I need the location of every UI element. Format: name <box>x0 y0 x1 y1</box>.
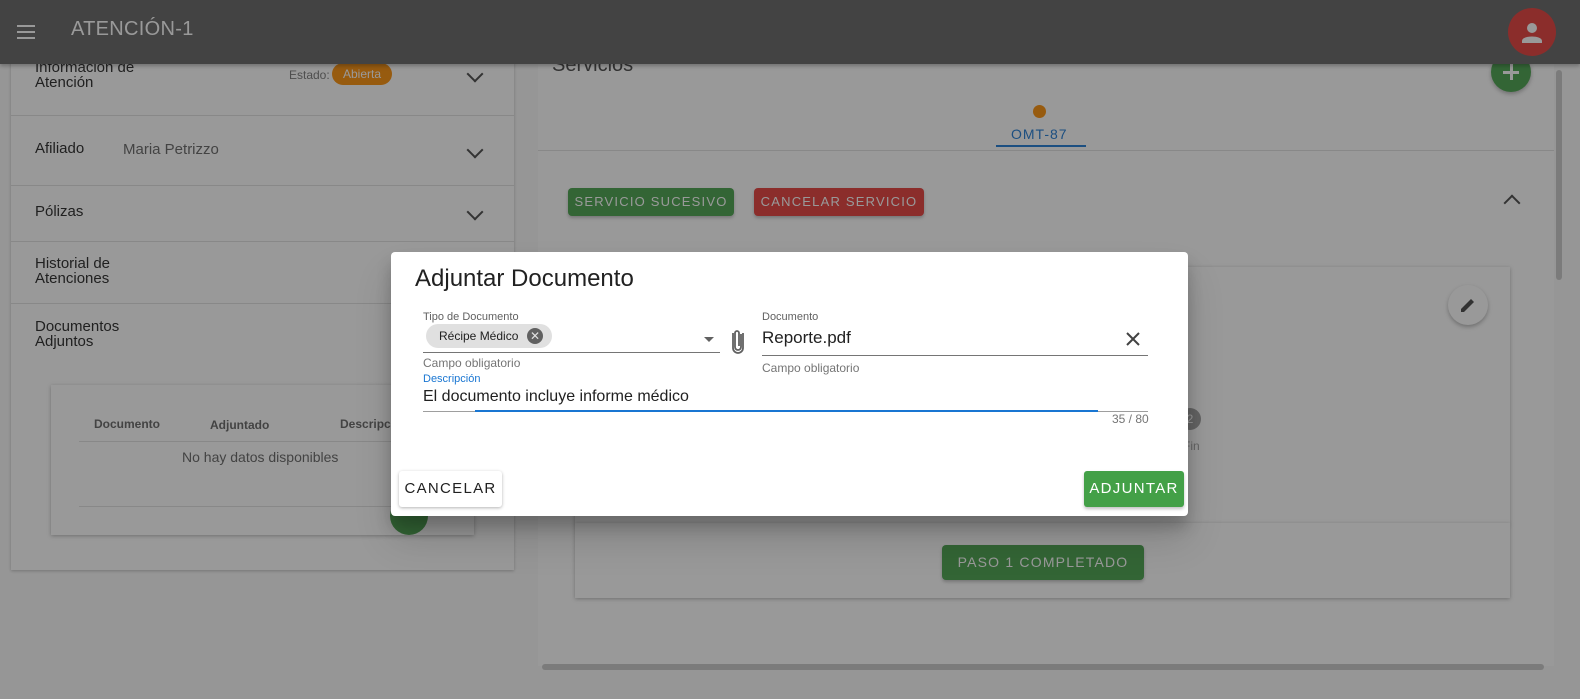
descripcion-input[interactable]: El documento incluye informe médico <box>423 385 1148 412</box>
dialog-title: Adjuntar Documento <box>415 265 634 292</box>
dropdown-arrow-icon[interactable] <box>704 337 714 342</box>
char-counter: 35 / 80 <box>1112 412 1149 426</box>
descripcion-label: Descripción <box>423 373 481 385</box>
adjuntar-documento-dialog: Adjuntar Documento Tipo de Documento Réc… <box>391 252 1188 516</box>
focus-underline <box>475 410 1098 412</box>
documento-hint: Campo obligatorio <box>762 361 860 375</box>
close-circle-icon[interactable]: ✕ <box>527 328 543 344</box>
paperclip-icon[interactable] <box>730 328 746 354</box>
descripcion-value: El documento incluye informe médico <box>423 388 689 405</box>
documento-file-input[interactable]: Reporte.pdf <box>762 322 1148 356</box>
tipo-documento-select[interactable]: Récipe Médico ✕ <box>423 322 720 353</box>
cancel-button[interactable]: CANCELAR <box>399 471 502 507</box>
tipo-hint: Campo obligatorio <box>423 356 521 370</box>
clear-icon[interactable] <box>1125 331 1141 347</box>
tipo-chip-label: Récipe Médico <box>439 329 519 343</box>
documento-value: Reporte.pdf <box>762 328 851 347</box>
tipo-chip: Récipe Médico ✕ <box>426 324 552 348</box>
adjuntar-button[interactable]: ADJUNTAR <box>1084 471 1184 507</box>
